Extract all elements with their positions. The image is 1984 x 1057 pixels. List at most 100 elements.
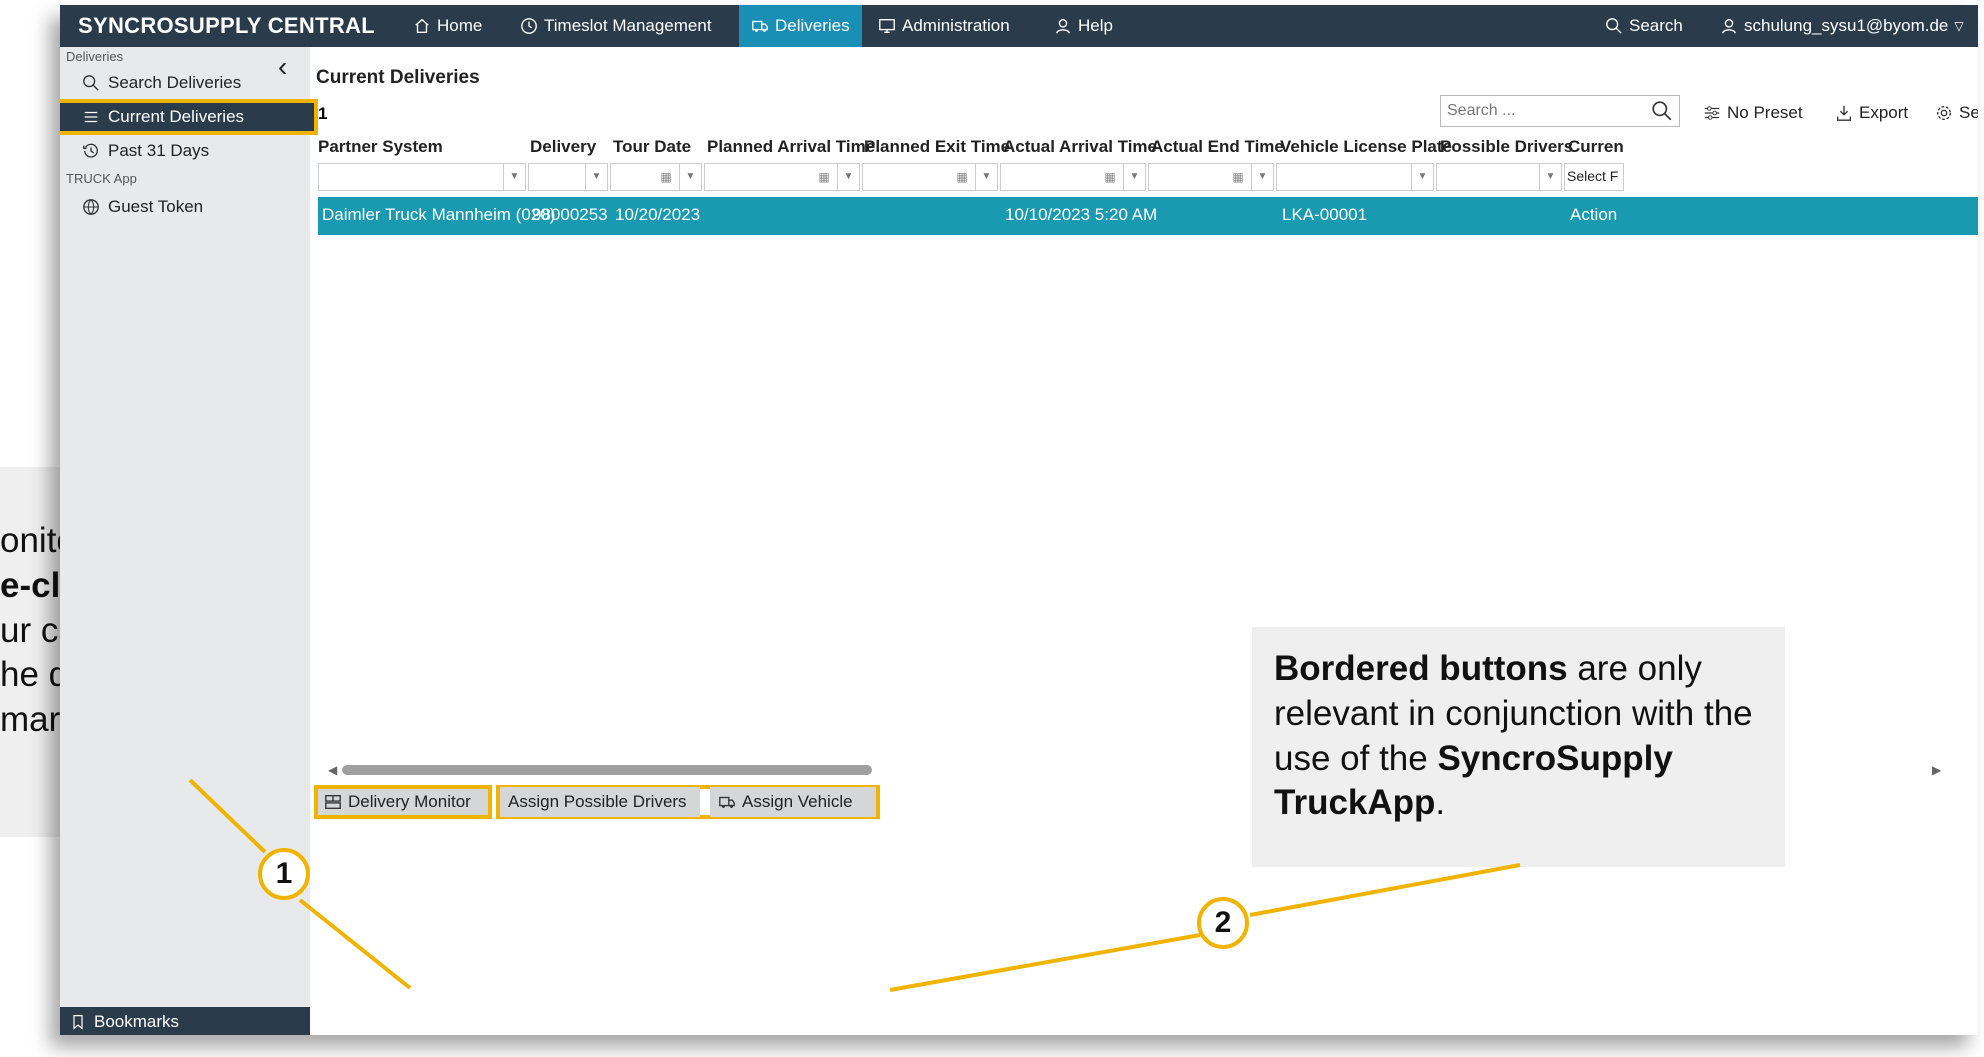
column-header[interactable]: Actual End Time: [1151, 137, 1284, 157]
chevron-down-icon[interactable]: ▼: [1251, 164, 1273, 190]
search-icon: [1606, 18, 1622, 34]
cell-delivery: 98000253: [532, 205, 608, 224]
settings-button[interactable]: Settings: [1935, 103, 1978, 123]
nav-deliveries-label: Deliveries: [775, 16, 850, 35]
calendar-icon[interactable]: ▦: [951, 164, 973, 190]
sidebar-item-search-deliveries[interactable]: Search Deliveries: [68, 67, 314, 99]
home-icon: [415, 18, 429, 33]
assign-vehicle-label: Assign Vehicle: [742, 792, 853, 811]
export-label: Export: [1859, 103, 1909, 122]
history-icon: [83, 143, 98, 158]
delivery-monitor-button[interactable]: Delivery Monitor: [314, 785, 492, 819]
sidebar-item-past-31-days[interactable]: Past 31 Days: [68, 135, 314, 167]
result-count: 1: [318, 104, 328, 123]
cell-partner-system: Daimler Truck Mannheim (020): [322, 205, 556, 224]
search-icon: [83, 75, 99, 91]
preset-button[interactable]: No Preset: [1703, 103, 1803, 123]
filter-tour-date[interactable]: ▦ ▼: [610, 163, 702, 191]
table-header: Partner System Delivery Tour Date Planne…: [318, 133, 1978, 163]
help-icon: [1056, 19, 1070, 34]
column-header[interactable]: Delivery: [530, 137, 596, 157]
user-icon: [1722, 19, 1736, 34]
column-header[interactable]: Tour Date: [613, 137, 691, 157]
app-window: SYNCROSUPPLY CENTRAL Home Timeslot Manag…: [60, 5, 1978, 1035]
calendar-icon[interactable]: ▦: [1227, 164, 1249, 190]
filter-possible-drivers[interactable]: ▼: [1436, 163, 1562, 191]
chevron-down-icon[interactable]: ▼: [1411, 164, 1433, 190]
bookmarks-button[interactable]: Bookmarks: [60, 1007, 310, 1035]
filter-delivery[interactable]: ▼: [528, 163, 608, 191]
assign-possible-drivers-button[interactable]: Assign Possible Drivers: [500, 787, 700, 817]
calendar-icon[interactable]: ▦: [813, 164, 835, 190]
monitor-icon: [879, 19, 895, 33]
nav-timeslot-management[interactable]: Timeslot Management: [520, 5, 712, 47]
filter-planned-arrival[interactable]: ▦ ▼: [704, 163, 860, 191]
gear-icon: [1937, 106, 1951, 120]
scrollbar-thumb[interactable]: [342, 765, 872, 775]
user-menu[interactable]: schulung_sysu1@byom.de ▽: [1720, 5, 1964, 47]
filter-actual-end[interactable]: ▦ ▼: [1148, 163, 1274, 191]
globe-icon: [83, 199, 99, 215]
global-search-button[interactable]: Search: [1605, 5, 1683, 47]
list-icon: [84, 111, 98, 123]
page-title: Current Deliveries: [316, 67, 480, 88]
scroll-right-icon[interactable]: ▶: [1932, 763, 1941, 777]
sidebar-item-guest-token[interactable]: Guest Token: [68, 191, 314, 223]
sidebar-item-current-deliveries[interactable]: Current Deliveries: [60, 99, 318, 135]
table-row[interactable]: Daimler Truck Mannheim (020) 98000253 10…: [318, 197, 1978, 235]
chevron-down-icon[interactable]: ▼: [585, 164, 607, 190]
search-placeholder: Search ...: [1447, 102, 1516, 119]
nav-home[interactable]: Home: [413, 5, 482, 47]
cell-actual-arrival: 10/10/2023 5:20 AM: [1005, 205, 1158, 224]
user-name: schulung_sysu1@byom.de: [1744, 16, 1949, 35]
nav-administration-label: Administration: [902, 16, 1010, 35]
export-icon: [1837, 105, 1851, 121]
nav-help-label: Help: [1078, 16, 1113, 35]
nav-help[interactable]: Help: [1054, 5, 1113, 47]
chevron-down-icon[interactable]: ▼: [1123, 164, 1145, 190]
settings-label: Settings: [1959, 103, 1978, 122]
bookmark-icon: [73, 1015, 83, 1030]
main-content: Current Deliveries 1 Search ... No Prese…: [310, 47, 1978, 1035]
chevron-down-icon[interactable]: ▼: [837, 164, 859, 190]
column-header[interactable]: Partner System: [318, 137, 443, 157]
brand-logo[interactable]: SYNCROSUPPLY CENTRAL: [78, 13, 375, 39]
sidebar-item-label: Guest Token: [108, 197, 204, 216]
chevron-down-icon[interactable]: ▼: [975, 164, 997, 190]
export-button[interactable]: Export: [1835, 103, 1908, 123]
nav-administration[interactable]: Administration: [878, 5, 1010, 47]
column-header[interactable]: Possible Drivers: [1440, 137, 1573, 157]
callout-right-text2: .: [1435, 783, 1446, 823]
sidebar-section-truck-app: TRUCK App: [66, 171, 137, 186]
filter-current[interactable]: Select F: [1564, 163, 1624, 191]
assign-drivers-label: Assign Possible Drivers: [508, 792, 687, 811]
preset-label: No Preset: [1727, 103, 1803, 122]
column-header[interactable]: Curren: [1568, 137, 1624, 157]
filter-partner-system[interactable]: ▼: [318, 163, 526, 191]
top-navigation-bar: SYNCROSUPPLY CENTRAL Home Timeslot Manag…: [60, 5, 1978, 47]
assign-vehicle-button[interactable]: Assign Vehicle: [710, 787, 876, 817]
search-icon[interactable]: [1651, 100, 1673, 122]
scroll-left-icon[interactable]: ◀: [328, 763, 337, 777]
filter-actual-arrival[interactable]: ▦ ▼: [1000, 163, 1146, 191]
sidebar-item-label: Current Deliveries: [108, 107, 245, 126]
nav-home-label: Home: [437, 16, 483, 35]
column-header[interactable]: Planned Exit Time: [864, 137, 1010, 157]
calendar-icon[interactable]: ▦: [1099, 164, 1121, 190]
calendar-icon[interactable]: ▦: [655, 164, 677, 190]
callout-right: Bordered buttons are only relevant in co…: [1252, 627, 1785, 867]
column-header[interactable]: Vehicle License Plate: [1280, 137, 1452, 157]
table-search-input[interactable]: Search ...: [1440, 95, 1680, 127]
clock-icon: [521, 18, 537, 34]
chevron-down-icon[interactable]: ▼: [503, 164, 525, 190]
filter-license-plate[interactable]: ▼: [1276, 163, 1434, 191]
nav-deliveries[interactable]: Deliveries: [739, 5, 862, 47]
filter-planned-exit[interactable]: ▦ ▼: [862, 163, 998, 191]
sidebar-item-label: Search Deliveries: [108, 73, 242, 92]
column-header[interactable]: Planned Arrival Time: [707, 137, 875, 157]
chevron-down-icon[interactable]: ▼: [679, 164, 701, 190]
chevron-down-icon[interactable]: ▼: [1539, 164, 1561, 190]
cell-current[interactable]: Action: [1570, 205, 1617, 225]
sliders-icon: [1704, 106, 1720, 120]
column-header[interactable]: Actual Arrival Time: [1003, 137, 1157, 157]
